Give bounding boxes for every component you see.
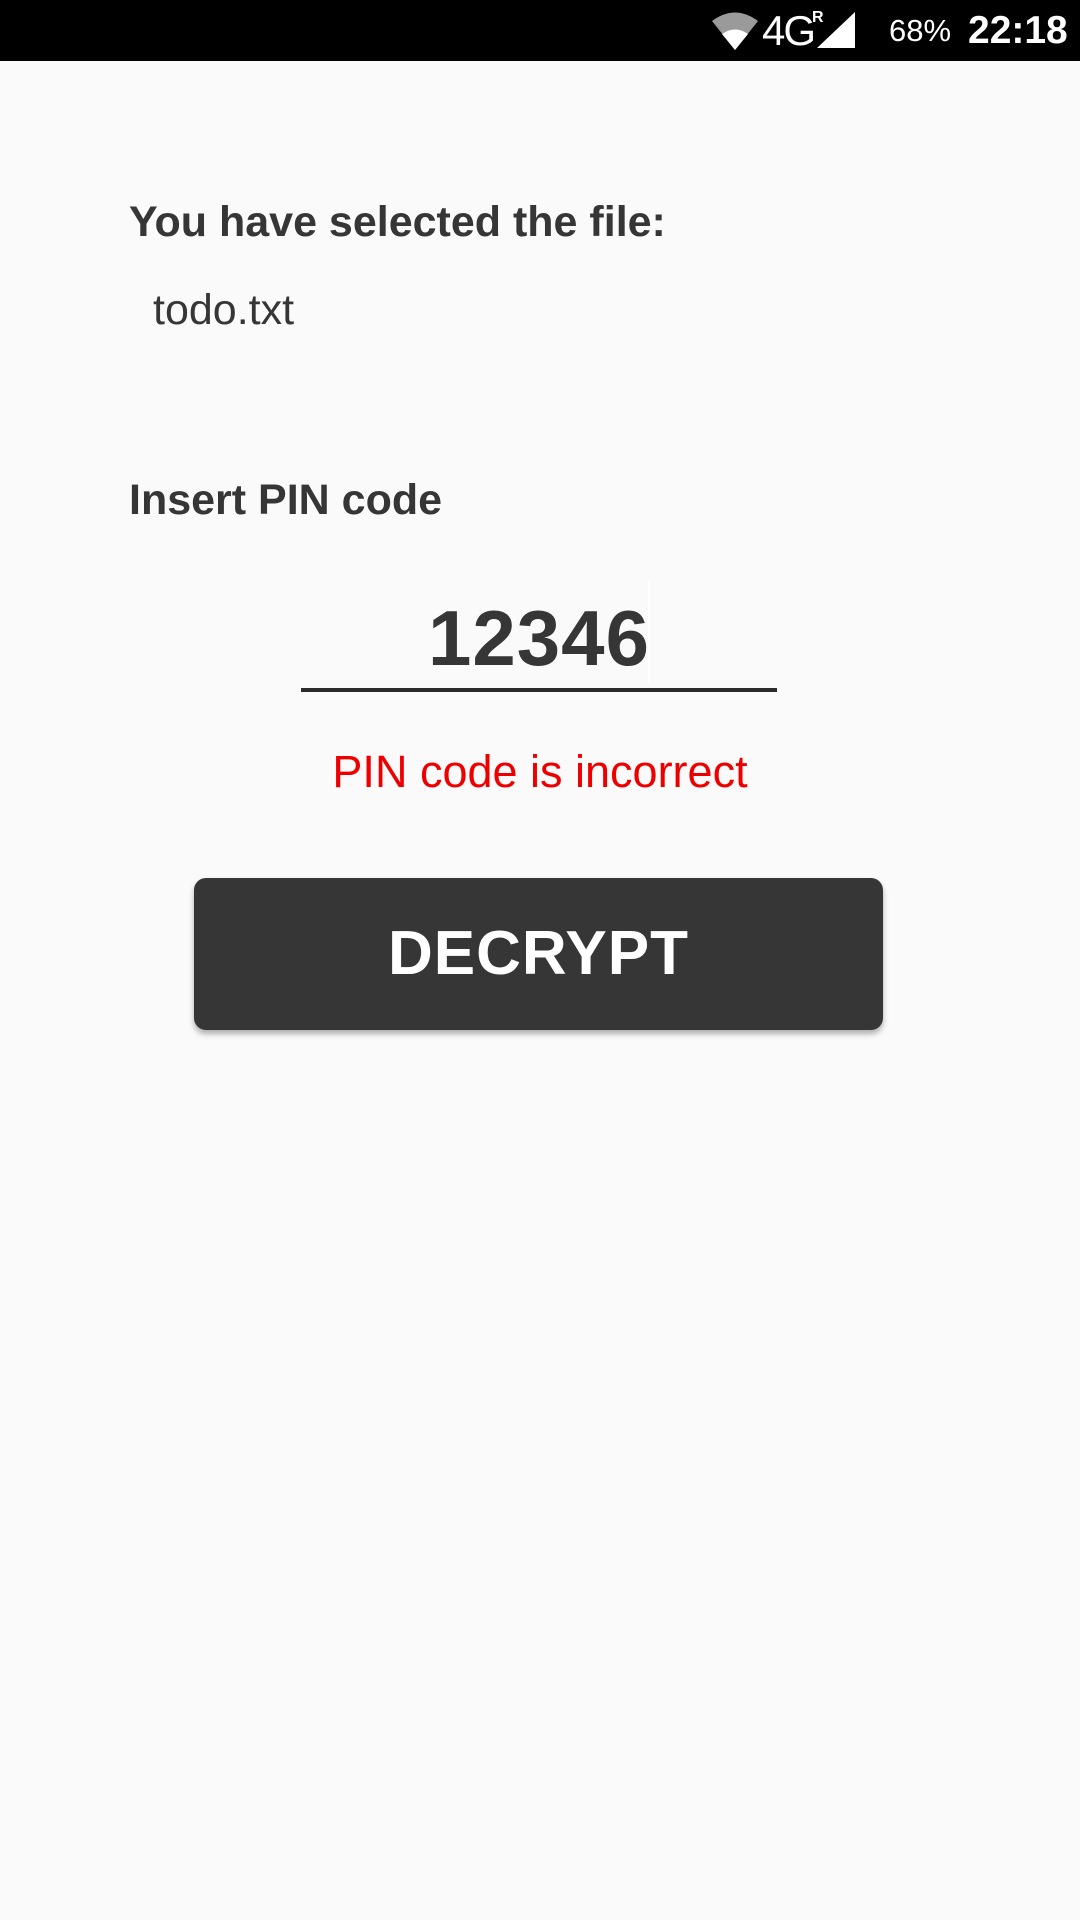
network-type: 4G — [762, 7, 816, 54]
pin-input-value[interactable]: 12346 — [301, 598, 777, 678]
pin-input[interactable]: 12346 — [301, 580, 777, 692]
pin-label: Insert PIN code — [129, 476, 443, 524]
wifi-icon — [712, 12, 758, 50]
status-bar: 4G R 68% 22:18 — [0, 0, 1080, 61]
battery-level: 68% — [889, 13, 952, 48]
status-clock: 22:18 — [968, 9, 1068, 52]
selected-file-label: You have selected the file: — [129, 198, 666, 246]
cell-signal-icon — [817, 12, 855, 48]
text-cursor — [648, 582, 650, 682]
pin-error-message: PIN code is incorrect — [332, 746, 748, 797]
decrypt-button[interactable]: DECRYPT — [194, 878, 883, 1030]
selected-file-name: todo.txt — [153, 286, 295, 334]
